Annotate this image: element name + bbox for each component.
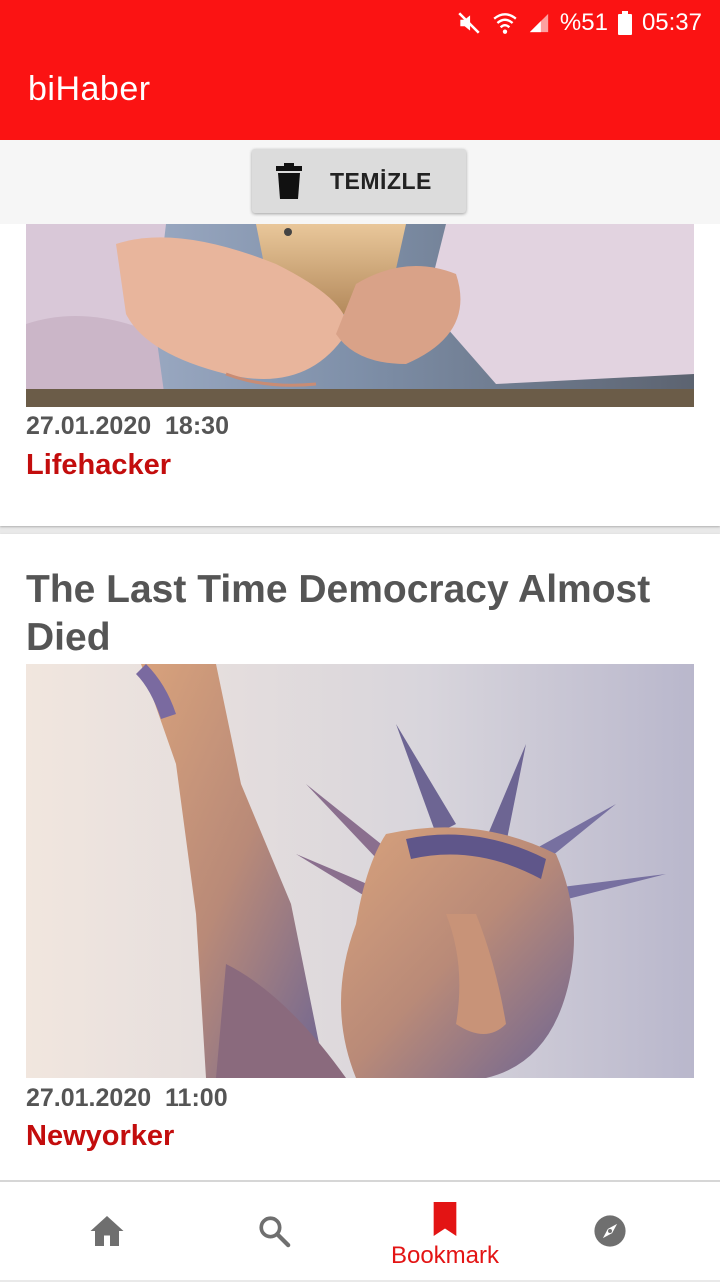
nav-bookmark[interactable]: Bookmark <box>375 1182 515 1282</box>
article-source[interactable]: Newyorker <box>26 1120 174 1153</box>
article-source[interactable]: Lifehacker <box>26 449 171 482</box>
nav-home[interactable] <box>37 1182 177 1282</box>
wifi-icon <box>493 13 517 34</box>
home-icon <box>90 1216 124 1246</box>
nav-bookmark-label: Bookmark <box>390 1242 500 1269</box>
clear-bookmarks-button[interactable]: TEMİZLE <box>252 149 466 213</box>
article-time: 18:30 <box>165 412 229 440</box>
search-icon <box>259 1216 291 1248</box>
mute-icon <box>458 12 480 34</box>
article-image <box>26 664 694 1078</box>
nav-explore[interactable] <box>541 1182 681 1282</box>
battery-icon <box>617 11 632 35</box>
article-date: 27.01.2020 <box>26 1084 152 1112</box>
article-card[interactable]: The Last Time Democracy Almost Died 27.0… <box>0 534 720 1180</box>
app-bar: %51 05:37 biHaber <box>0 0 720 140</box>
article-meta: 27.01.2020 18:30 <box>26 412 229 441</box>
article-meta: 27.01.2020 11:00 <box>26 1084 228 1113</box>
article-date: 27.01.2020 <box>26 412 152 440</box>
bookmark-feed[interactable]: 27.01.2020 18:30 Lifehacker The Last Tim… <box>0 224 720 1180</box>
bottom-navigation: Bookmark <box>0 1180 720 1280</box>
signal-icon <box>529 13 549 33</box>
toolbar: TEMİZLE <box>0 140 720 224</box>
compass-icon <box>594 1215 626 1247</box>
app-title: biHaber <box>28 70 151 108</box>
article-image <box>26 224 694 407</box>
article-title[interactable]: The Last Time Democracy Almost Died <box>26 566 696 662</box>
nav-search[interactable] <box>205 1182 345 1282</box>
clock: 05:37 <box>641 9 702 36</box>
clear-button-label: TEMİZLE <box>330 167 432 194</box>
trash-icon <box>276 163 302 199</box>
bookmark-icon <box>433 1202 457 1236</box>
article-card[interactable]: 27.01.2020 18:30 Lifehacker <box>0 224 720 526</box>
status-bar: %51 05:37 <box>456 8 702 38</box>
article-time: 11:00 <box>165 1084 228 1112</box>
battery-percent: %51 <box>559 9 608 36</box>
